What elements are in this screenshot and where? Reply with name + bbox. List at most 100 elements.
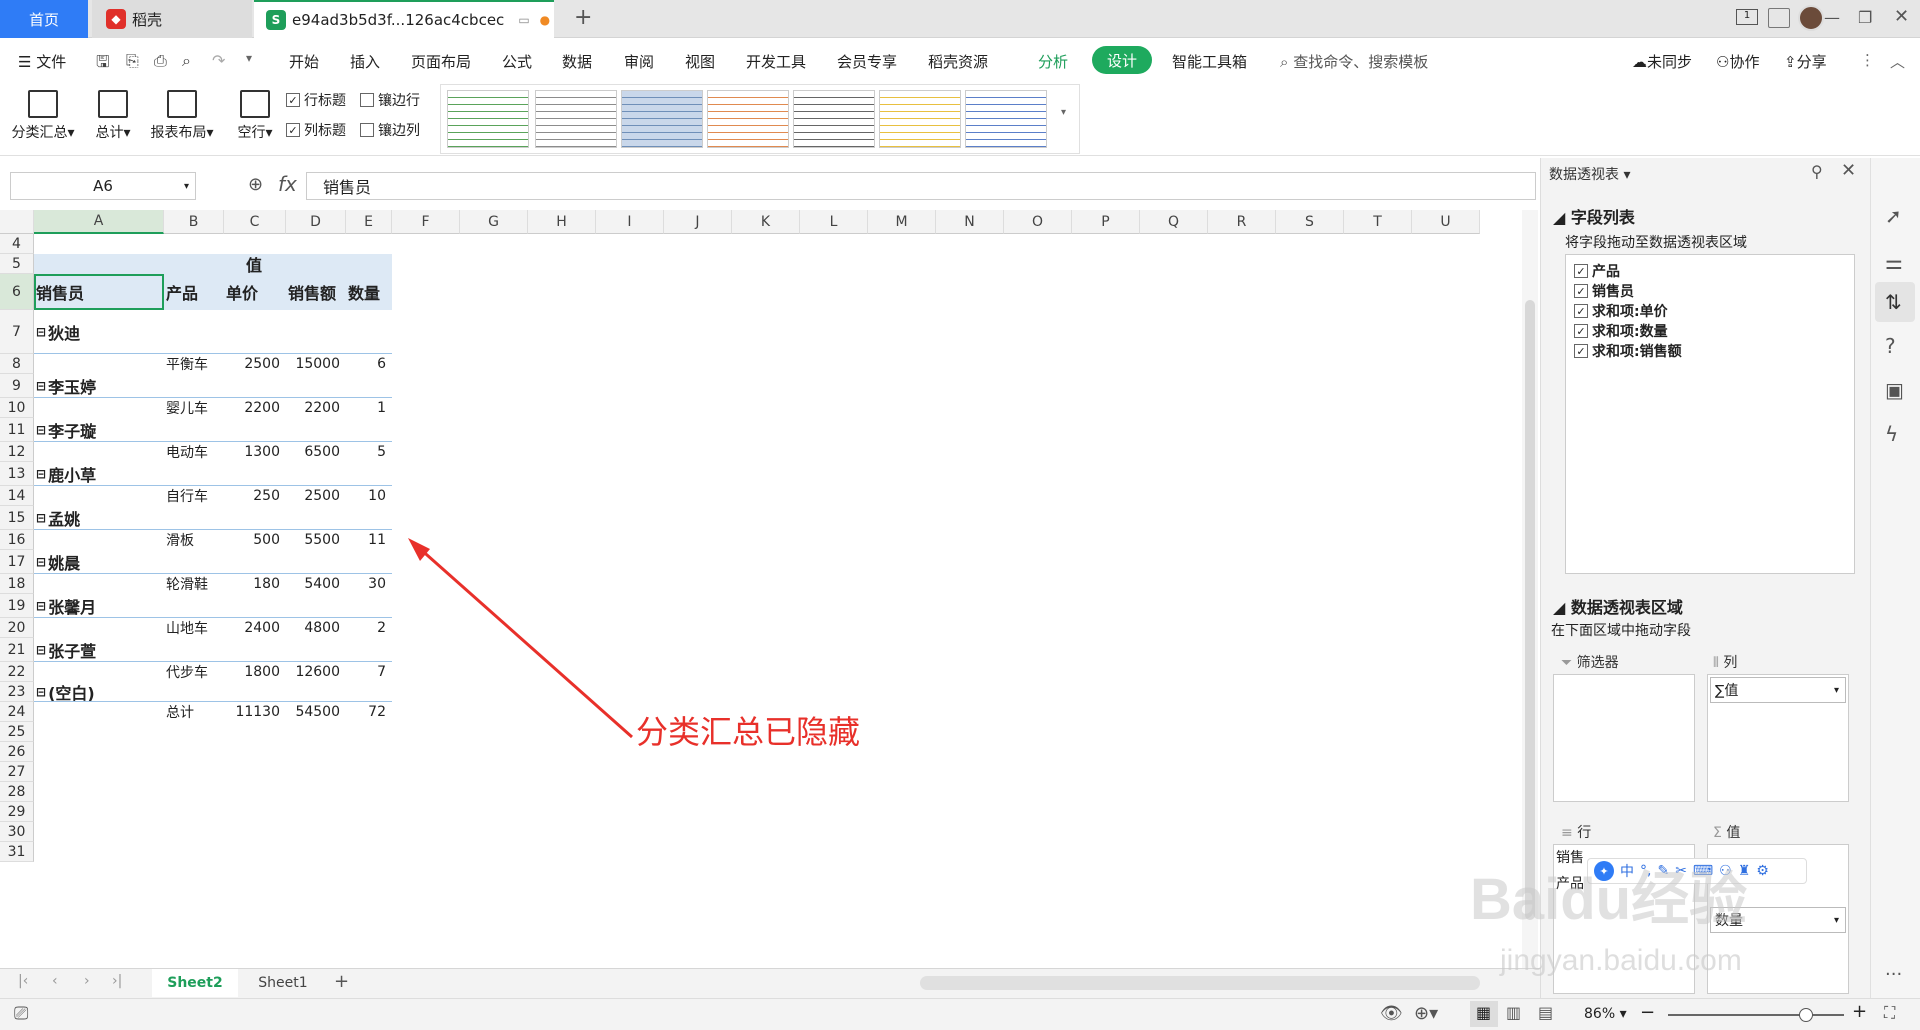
collapse-ribbon-icon[interactable]: ︿ <box>1890 51 1905 72</box>
page-break-view-icon[interactable]: ▤ <box>1538 1003 1553 1022</box>
collapse-icon[interactable]: ⊟ <box>36 685 46 699</box>
more-icon[interactable]: ⋮ <box>1860 51 1875 69</box>
collapse-icon[interactable]: ⊟ <box>36 325 46 339</box>
row-header[interactable]: 24 <box>0 702 34 722</box>
menu-daoke-resource[interactable]: 稻壳资源 <box>928 51 988 72</box>
print-icon[interactable]: ⎙ <box>154 51 167 71</box>
field-item[interactable]: ✓ 求和项:单价 <box>1574 301 1668 321</box>
select-all-corner[interactable] <box>0 210 34 234</box>
row-header[interactable]: 17 <box>0 550 34 574</box>
column-header[interactable]: L <box>800 210 868 234</box>
avatar[interactable] <box>1798 5 1824 31</box>
qty-cell[interactable]: 7 <box>348 662 390 682</box>
prev-sheet-icon[interactable]: ‹ <box>52 973 58 989</box>
macro-icon[interactable]: ⎚ <box>14 1003 28 1024</box>
pivot-panel-toggle[interactable]: ⇅ <box>1875 282 1915 322</box>
restore-icon[interactable]: ❐ <box>1858 8 1872 27</box>
row-header[interactable]: 20 <box>0 618 34 638</box>
sales-header[interactable]: 销售额 <box>288 274 344 310</box>
checkmark-icon[interactable]: ✓ <box>1574 264 1588 278</box>
qty-cell[interactable]: 5 <box>348 442 390 462</box>
tab-daoke[interactable]: ◆ 稻壳 <box>92 0 252 38</box>
column-header[interactable]: B <box>164 210 224 234</box>
row-header[interactable]: 27 <box>0 762 34 782</box>
menu-design[interactable]: 设计 <box>1092 46 1152 74</box>
help-icon[interactable]: ? <box>1885 334 1896 358</box>
sales-cell[interactable]: 2500 <box>288 486 344 506</box>
row-header[interactable]: 29 <box>0 802 34 822</box>
pivot-value-header[interactable]: 值 <box>154 254 354 275</box>
price-cell[interactable]: 250 <box>226 486 284 506</box>
collapse-icon[interactable]: ⊟ <box>36 511 46 525</box>
menu-data[interactable]: 数据 <box>562 51 592 72</box>
column-header[interactable]: G <box>460 210 528 234</box>
report-layout-button[interactable]: 报表布局▾ <box>144 88 220 150</box>
price-cell[interactable]: 1300 <box>226 442 284 462</box>
price-cell[interactable]: 2200 <box>226 398 284 418</box>
pivot-style-swatch[interactable] <box>793 90 875 148</box>
first-sheet-icon[interactable]: |‹ <box>18 973 28 989</box>
column-header[interactable]: Q <box>1140 210 1208 234</box>
row-header[interactable]: 25 <box>0 722 34 742</box>
menu-insert[interactable]: 插入 <box>350 51 380 72</box>
row-header[interactable]: 10 <box>0 398 34 418</box>
column-header[interactable]: K <box>732 210 800 234</box>
column-headers-checkbox[interactable]: ✓ 列标题 <box>286 120 346 140</box>
sales-cell[interactable]: 5400 <box>288 574 344 594</box>
menu-page-layout[interactable]: 页面布局 <box>411 51 471 72</box>
column-header[interactable]: C <box>224 210 286 234</box>
print-preview-icon[interactable]: ⌕ <box>182 51 191 71</box>
pin-icon[interactable]: ⚲ <box>1811 162 1823 181</box>
total-sales-cell[interactable]: 54500 <box>288 702 344 722</box>
eye-protection-icon[interactable]: 👁 <box>1380 1003 1403 1024</box>
checkmark-icon[interactable]: ✓ <box>1574 304 1588 318</box>
checkmark-icon[interactable]: ✓ <box>1574 344 1588 358</box>
column-field-values[interactable]: ∑值 ▾ <box>1710 677 1846 703</box>
row-header[interactable]: 7 <box>0 310 34 354</box>
product-cell[interactable]: 自行车 <box>166 486 222 506</box>
column-header[interactable]: S <box>1276 210 1344 234</box>
zoom-in-icon[interactable]: + <box>1852 1001 1867 1022</box>
sync-button[interactable]: ☁未同步 <box>1632 51 1692 72</box>
qty-cell[interactable]: 6 <box>348 354 390 374</box>
sheet-tab-sheet1[interactable]: Sheet1 <box>240 969 326 997</box>
zoom-slider-thumb[interactable] <box>1798 1008 1813 1022</box>
menu-start[interactable]: 开始 <box>289 51 319 72</box>
product-cell[interactable]: 轮滑鞋 <box>166 574 222 594</box>
product-cell[interactable]: 代步车 <box>166 662 222 682</box>
price-cell[interactable]: 2400 <box>226 618 284 638</box>
ime-settings-icon[interactable]: ⚙ <box>1756 863 1769 879</box>
menu-member[interactable]: 会员专享 <box>837 51 897 72</box>
collapse-icon[interactable]: ⊟ <box>36 423 46 437</box>
column-header[interactable]: P <box>1072 210 1140 234</box>
row-header[interactable]: 15 <box>0 506 34 530</box>
fill-mode-icon[interactable]: ⊕▾ <box>1414 1003 1438 1024</box>
product-cell[interactable]: 平衡车 <box>166 354 222 374</box>
fx-icon[interactable]: fx <box>278 172 297 196</box>
price-cell[interactable]: 180 <box>226 574 284 594</box>
row-header[interactable]: 16 <box>0 530 34 550</box>
price-cell[interactable]: 2500 <box>226 354 284 374</box>
collapse-icon[interactable]: ⊟ <box>36 643 46 657</box>
row-header[interactable]: 22 <box>0 662 34 682</box>
filter-drop-area[interactable] <box>1553 674 1695 802</box>
horizontal-scrollbar[interactable] <box>920 976 1480 990</box>
file-menu[interactable]: ☰ 文件 <box>18 51 66 72</box>
seller-group-cell[interactable]: ⊟ 李玉婷 <box>36 374 162 398</box>
zoom-level[interactable]: 86% ▾ <box>1584 1006 1627 1022</box>
grand-total-button[interactable]: 总计▾ <box>80 88 146 150</box>
product-cell[interactable]: 滑板 <box>166 530 222 550</box>
sales-cell[interactable]: 2200 <box>288 398 344 418</box>
seller-group-cell[interactable]: ⊟ 姚晨 <box>36 550 162 574</box>
field-item[interactable]: ✓ 销售员 <box>1574 281 1634 301</box>
pivot-style-swatch[interactable] <box>535 90 617 148</box>
normal-view-button[interactable]: ▦ <box>1470 1001 1498 1027</box>
column-header[interactable]: A <box>34 210 164 234</box>
collapse-icon[interactable]: ⊟ <box>36 555 46 569</box>
pivot-style-swatch[interactable] <box>879 90 961 148</box>
column-header[interactable]: H <box>528 210 596 234</box>
sliders-icon[interactable]: ⚌ <box>1885 250 1903 274</box>
row-header[interactable]: 5 <box>0 254 34 274</box>
lightning-icon[interactable]: ϟ <box>1885 422 1898 446</box>
total-price-cell[interactable]: 11130 <box>226 702 284 722</box>
